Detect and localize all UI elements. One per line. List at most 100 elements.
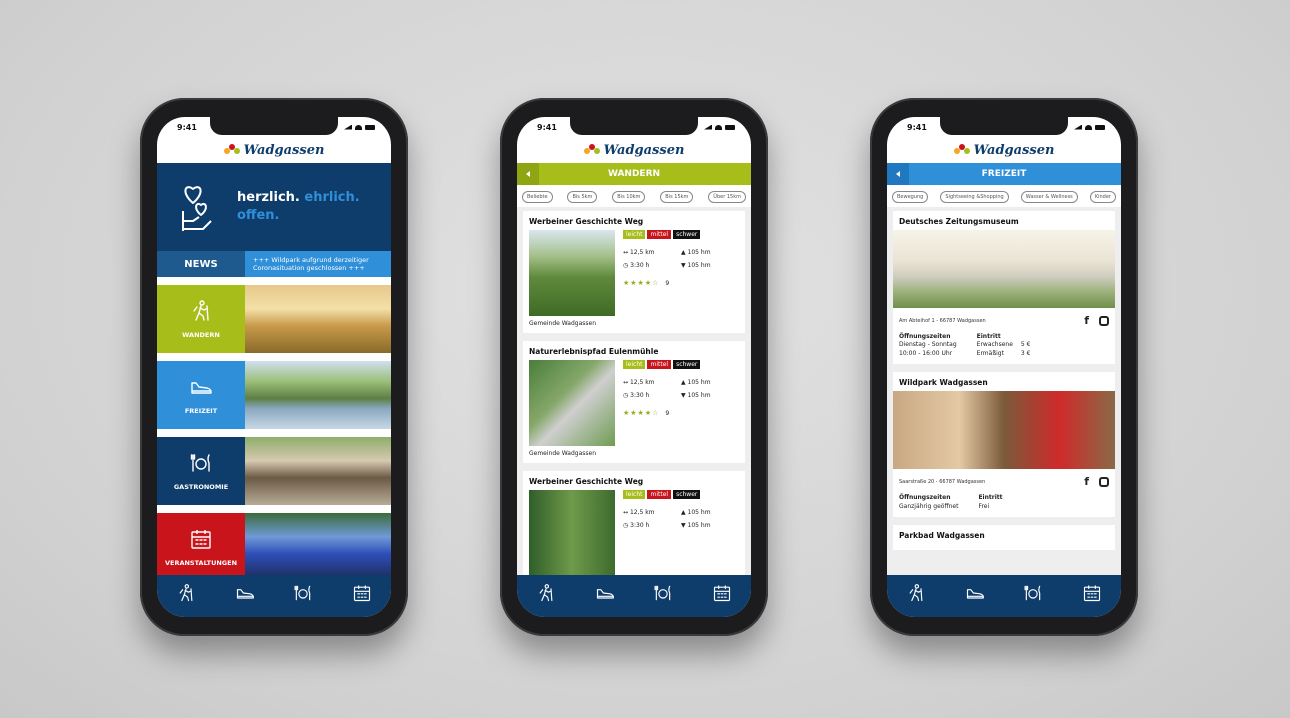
- bottom-nav: [887, 575, 1121, 617]
- nav-plate-icon[interactable]: [653, 583, 673, 603]
- app-logo[interactable]: Wadgassen: [887, 137, 1121, 163]
- filter-chip[interactable]: Sightseeing &Shopping: [940, 191, 1009, 203]
- heart-hand-icon: [182, 186, 212, 231]
- flower-logo-icon: [223, 144, 240, 156]
- chevron-left-icon: [526, 171, 530, 177]
- trail-rating: ★★★★☆ 9: [623, 279, 739, 287]
- trail-location: Gemeinde Wadgassen: [529, 320, 597, 327]
- wifi-icon: [715, 124, 722, 130]
- nav-plate-icon[interactable]: [293, 583, 313, 603]
- phone-freizeit: 9:41 Wadgassen FREIZEIT Bewegung Sightse…: [870, 98, 1138, 636]
- filter-chip[interactable]: Bewegung: [892, 191, 929, 203]
- facebook-icon[interactable]: f: [1084, 475, 1089, 488]
- difficulty-badges: leicht mittel schwer: [623, 490, 739, 499]
- nav-sneaker-icon[interactable]: [235, 583, 255, 603]
- filter-chips: Bewegung Sightseeing &Shopping Wasser & …: [887, 185, 1121, 209]
- nav-sneaker-icon[interactable]: [595, 583, 615, 603]
- fee-type: Erwachsene: [976, 341, 1013, 349]
- concert-photo: [245, 513, 391, 581]
- nav-hiker-icon[interactable]: [536, 583, 556, 603]
- place-card[interactable]: Deutsches Zeitungsmuseum Am Abteihof 1 -…: [893, 211, 1115, 365]
- badge-mittel: mittel: [647, 360, 672, 369]
- hero-banner: herzlich. ehrlich. offen.: [157, 163, 391, 251]
- trail-location: Gemeinde Wadgassen: [529, 450, 597, 457]
- trail-stats: ↔ 12,5 km ▲ 105 hm ◷ 3:30 h ▼ 105 hm: [623, 379, 739, 399]
- back-button[interactable]: [517, 163, 539, 185]
- instagram-icon[interactable]: [1099, 476, 1109, 487]
- filter-chip[interactable]: Kinder: [1089, 191, 1116, 203]
- trail-card[interactable]: Naturerlebnispfad Eulenmühle leicht mitt…: [523, 341, 745, 463]
- trail-rating: ★★★★☆ 9: [623, 409, 739, 417]
- app-logo[interactable]: Wadgassen: [517, 137, 751, 163]
- fee-type: Ermäßigt: [976, 349, 1004, 357]
- trail-photo: [529, 230, 615, 316]
- category-tile: FREIZEIT: [157, 361, 245, 429]
- news-label: NEWS: [157, 251, 245, 277]
- wifi-icon: [1085, 124, 1092, 130]
- category-wandern[interactable]: WANDERN: [157, 285, 391, 353]
- section-header: FREIZEIT: [887, 163, 1121, 185]
- trail-stats: ↔ 12,5 km ▲ 105 hm ◷ 3:30 h ▼ 105 hm: [623, 509, 739, 529]
- nav-hiker-icon[interactable]: [906, 583, 926, 603]
- status-time: 9:41: [177, 122, 197, 132]
- badge-mittel: mittel: [647, 490, 672, 499]
- ascent-stat: ▲ 105 hm: [681, 249, 711, 256]
- filter-chip[interactable]: Beliebte: [522, 191, 553, 203]
- trail-title: Werbeiner Geschichte Weg: [529, 477, 644, 486]
- hours-label: Öffnungszeiten: [899, 494, 951, 502]
- filter-chip[interactable]: Bis 15km: [660, 191, 694, 203]
- wildpark-photo: [893, 391, 1115, 470]
- museum-photo: [893, 230, 1115, 308]
- trail-stats: ↔ 12,5 km ▲ 105 hm ◷ 3:30 h ▼ 105 hm: [623, 249, 739, 269]
- nav-plate-icon[interactable]: [1023, 583, 1043, 603]
- trail-card[interactable]: Werbeiner Geschichte Weg leicht mittel s…: [523, 211, 745, 333]
- flower-logo-icon: [953, 144, 970, 156]
- category-gastronomie[interactable]: GASTRONOMIE: [157, 437, 391, 505]
- nav-calendar-icon[interactable]: [352, 583, 372, 603]
- trail-photo: [529, 490, 615, 575]
- notch: [940, 117, 1068, 135]
- trail-card[interactable]: Werbeiner Geschichte Weg leicht mittel s…: [523, 471, 745, 575]
- filter-chip[interactable]: Wasser & Wellness: [1020, 191, 1078, 203]
- trail-title: Naturerlebnispfad Eulenmühle: [529, 347, 659, 356]
- home-screen: 9:41 Wadgassen herzlich. ehrlich. offen.…: [157, 117, 391, 617]
- place-card[interactable]: Parkbad Wadgassen: [893, 524, 1115, 550]
- descent-stat: ▼ 105 hm: [681, 522, 711, 529]
- logo-text: Wadgassen: [973, 142, 1055, 158]
- back-button[interactable]: [887, 163, 909, 185]
- category-freizeit[interactable]: FREIZEIT: [157, 361, 391, 429]
- filter-chip[interactable]: Bis 5km: [567, 191, 598, 203]
- signal-icon: [704, 124, 712, 130]
- beer-garden-photo: [245, 437, 391, 505]
- place-title: Deutsches Zeitungsmuseum: [899, 217, 1019, 226]
- notch: [570, 117, 698, 135]
- app-logo[interactable]: Wadgassen: [157, 137, 391, 163]
- descent-stat: ▼ 105 hm: [681, 392, 711, 399]
- badge-schwer: schwer: [673, 490, 701, 499]
- star-rating: ★★★★☆: [623, 409, 660, 417]
- badge-leicht: leicht: [623, 360, 646, 369]
- nav-sneaker-icon[interactable]: [965, 583, 985, 603]
- instagram-icon[interactable]: [1099, 315, 1109, 326]
- battery-icon: [725, 124, 735, 130]
- duration-stat: ◷ 3:30 h: [623, 392, 650, 399]
- filter-chip[interactable]: Bis 10km: [612, 191, 646, 203]
- rating-count: 9: [665, 279, 670, 287]
- place-card[interactable]: Wildpark Wadgassen Saarstraße 20 - 66787…: [893, 372, 1115, 517]
- distance-stat: ↔ 12,5 km: [623, 249, 655, 256]
- phone-wandern: 9:41 Wadgassen WANDERN Beliebte Bis 5km …: [500, 98, 768, 636]
- difficulty-badges: leicht mittel schwer: [623, 360, 739, 369]
- signal-icon: [344, 124, 352, 130]
- place-address: Am Abteihof 1 - 66787 Wadgassen: [899, 317, 986, 324]
- nav-calendar-icon[interactable]: [1082, 583, 1102, 603]
- news-bar[interactable]: NEWS +++ Wildpark aufgrund derzeitiger C…: [157, 251, 391, 277]
- duration-stat: ◷ 3:30 h: [623, 522, 650, 529]
- section-title: WANDERN: [607, 169, 661, 179]
- difficulty-badges: leicht mittel schwer: [623, 230, 739, 239]
- nav-calendar-icon[interactable]: [712, 583, 732, 603]
- filter-chip[interactable]: Über 15km: [708, 191, 746, 203]
- fee-label: Eintritt: [978, 494, 1003, 502]
- facebook-icon[interactable]: f: [1084, 314, 1089, 327]
- category-veranstaltungen[interactable]: VERANSTALTUNGEN: [157, 513, 391, 581]
- nav-hiker-icon[interactable]: [176, 583, 196, 603]
